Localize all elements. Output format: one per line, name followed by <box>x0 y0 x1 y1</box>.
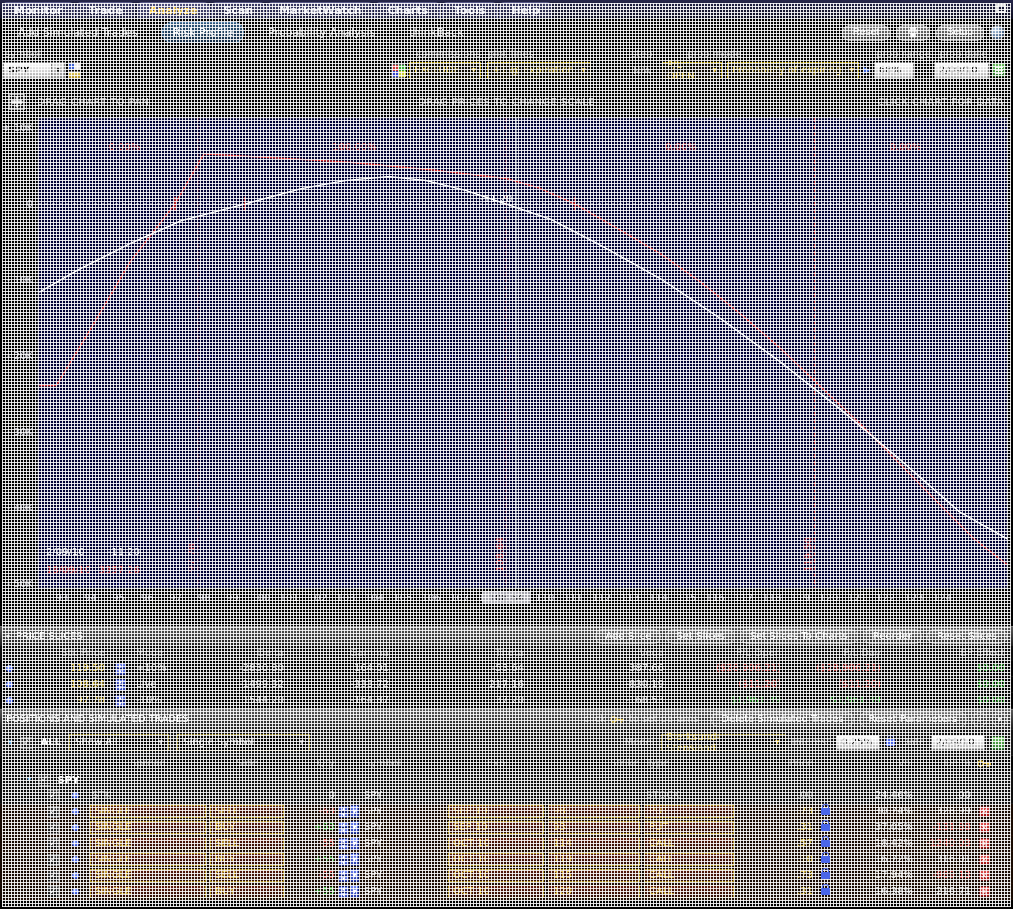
price-lock-icon <box>821 856 830 863</box>
price-lock-icon <box>821 888 830 895</box>
date-calendar-icon[interactable] <box>991 736 1005 750</box>
filter-right-tools: Model Bjerksund-Stensland ▼ Interest 0.2… <box>625 734 1005 751</box>
price-lock-icon <box>821 840 830 847</box>
price-lock-icon <box>821 872 830 879</box>
thinkorswim-app: MonitorTradeAnalyzeScanMarketWatchCharts… <box>0 0 1013 909</box>
price-lock-icon <box>821 808 830 815</box>
positions-filter-row: ▾ ✓ ALL Show All ▼ Single Symbol ▼ Model… <box>0 729 1013 755</box>
price-lock-icon <box>821 824 830 831</box>
